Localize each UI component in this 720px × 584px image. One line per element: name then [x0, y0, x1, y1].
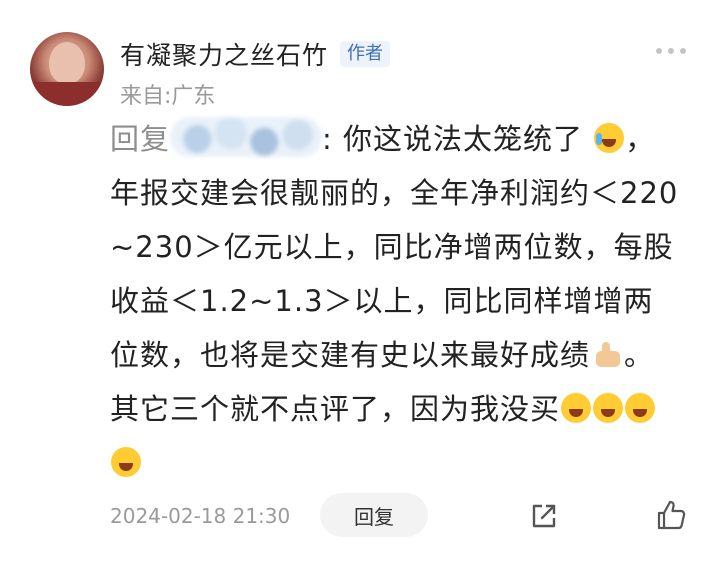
avatar-shirt: [30, 82, 104, 106]
reply-button[interactable]: 回复: [320, 493, 428, 537]
blurred-username[interactable]: [170, 117, 323, 157]
comment-footer: 2024-02-18 21:30 回复: [110, 490, 690, 540]
crying-laughing-emoji-icon: [594, 123, 625, 153]
author-badge: 作者: [340, 41, 391, 67]
more-dots-icon[interactable]: [656, 48, 686, 54]
comment-line-2: ，年报交建会很靓丽的，全年净利润约＜220~230＞亿元以上，同比净增两位数，每…: [110, 122, 679, 372]
thumbs-up-emoji-icon: [592, 341, 622, 369]
more-dot: [668, 48, 674, 54]
laughing-emoji-icon: [111, 447, 141, 477]
thumbs-up-icon[interactable]: [654, 498, 688, 532]
comment-text: 回复: 你这说法太笼统了 ，年报交建会很靓丽的，全年净利润约＜220~230＞亿…: [110, 112, 680, 490]
reply-prefix: 回复: [110, 122, 171, 156]
smirk-emoji-icon: [561, 393, 592, 423]
comment-line-1: 你这说法太笼统了: [332, 122, 584, 156]
location-text: 来自:广东: [120, 84, 216, 109]
share-icon[interactable]: [528, 500, 560, 532]
author-row: 有凝聚力之丝石竹 作者: [120, 36, 391, 72]
more-dot: [680, 48, 686, 54]
laughing-emoji-icon: [625, 393, 656, 423]
reply-separator: :: [322, 122, 333, 156]
more-dot: [656, 48, 662, 54]
author-name[interactable]: 有凝聚力之丝石竹: [120, 36, 328, 72]
avatar[interactable]: [30, 32, 104, 106]
avatar-face: [49, 42, 85, 84]
timestamp: 2024-02-18 21:30: [110, 504, 291, 528]
laughing-emoji-icon: [593, 393, 624, 423]
